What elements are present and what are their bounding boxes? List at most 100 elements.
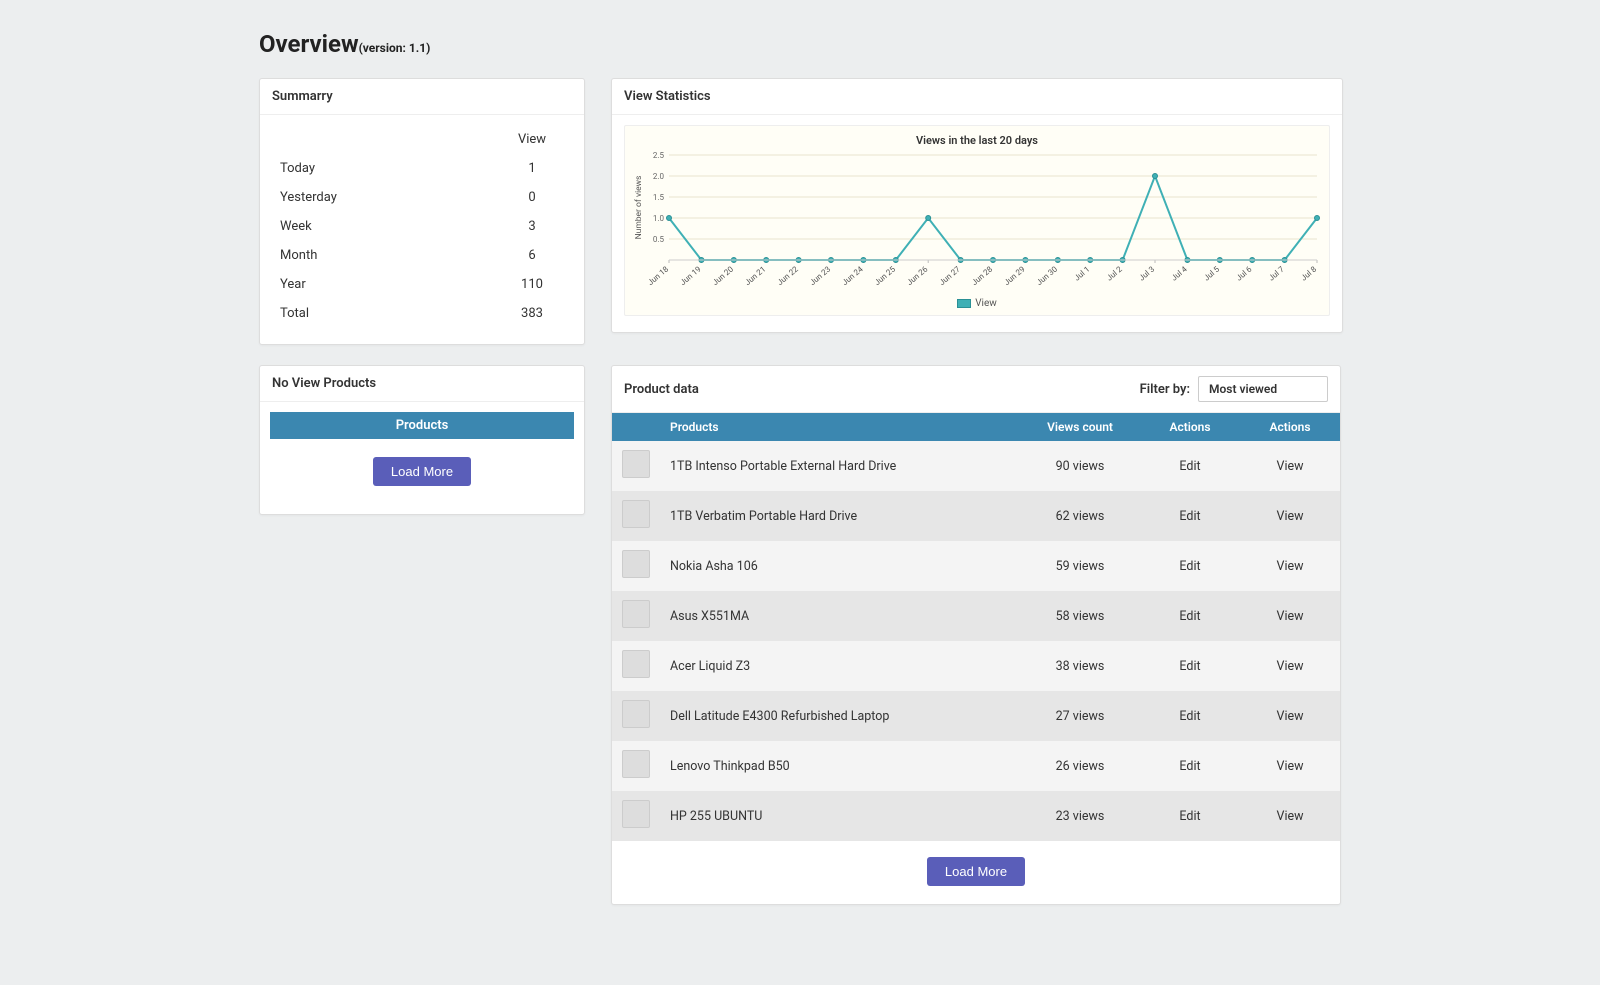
noview-card: No View Products Products Load More <box>259 365 585 515</box>
summary-row-value: 3 <box>492 212 572 241</box>
view-link[interactable]: View <box>1276 459 1303 474</box>
product-thumb-icon <box>622 650 650 678</box>
chart-title: Views in the last 20 days <box>631 134 1323 147</box>
product-name: HP 255 UBUNTU <box>660 791 1020 841</box>
view-stats-card: View Statistics Views in the last 20 day… <box>611 78 1343 333</box>
product-thumb-icon <box>622 450 650 478</box>
svg-text:Jun 19: Jun 19 <box>678 265 702 287</box>
svg-text:2.5: 2.5 <box>653 151 665 160</box>
table-row: Asus X551MA58 viewsEditView <box>612 591 1340 641</box>
table-row: Acer Liquid Z338 views Edit View <box>612 641 1340 691</box>
col-actions-1: Actions <box>1140 413 1240 441</box>
product-views: 38 views <box>1020 641 1140 691</box>
edit-link[interactable]: Edit <box>1179 459 1200 474</box>
summary-row-value: 0 <box>492 183 572 212</box>
summary-row-value: 6 <box>492 241 572 270</box>
summary-table: View Today1Yesterday0Week3Month6Year110T… <box>272 125 572 328</box>
edit-link[interactable]: Edit <box>1179 509 1200 524</box>
product-table: Products Views count Actions Actions 1TB… <box>612 413 1340 841</box>
svg-text:Jun 29: Jun 29 <box>1002 265 1026 287</box>
edit-link[interactable]: Edit <box>1179 759 1200 774</box>
svg-text:Jun 25: Jun 25 <box>873 264 898 287</box>
legend-label: View <box>975 298 997 309</box>
view-stats-title: View Statistics <box>612 79 1342 115</box>
table-row: Dell Latitude E4300 Refurbished Laptop27… <box>612 691 1340 741</box>
filter-label: Filter by: <box>1140 382 1190 397</box>
view-link[interactable]: View <box>1276 809 1303 824</box>
svg-text:1.5: 1.5 <box>653 193 665 202</box>
summary-row: Year110 <box>272 270 572 299</box>
summary-row-value: 1 <box>492 154 572 183</box>
product-thumb-icon <box>622 750 650 778</box>
svg-text:Jul 1: Jul 1 <box>1072 265 1091 283</box>
product-data-card: Product data Filter by: Most viewed <box>611 365 1341 905</box>
svg-text:Jun 20: Jun 20 <box>711 264 736 287</box>
page-header: Overview(version: 1.1) <box>259 30 1341 58</box>
noview-title: No View Products <box>260 366 584 402</box>
summary-row: Today1 <box>272 154 572 183</box>
product-name: Lenovo Thinkpad B50 <box>660 741 1020 791</box>
view-link[interactable]: View <box>1276 509 1303 524</box>
view-link[interactable]: View <box>1276 609 1303 624</box>
edit-link[interactable]: Edit <box>1179 559 1200 574</box>
filter-select[interactable]: Most viewed <box>1198 376 1328 402</box>
product-load-more-button[interactable]: Load More <box>927 857 1025 886</box>
product-name: 1TB Verbatim Portable Hard Drive <box>660 491 1020 541</box>
view-link[interactable]: View <box>1276 709 1303 724</box>
summary-row-label: Year <box>272 270 492 299</box>
summary-row-label: Total <box>272 299 492 328</box>
svg-text:Jul 2: Jul 2 <box>1105 264 1124 282</box>
summary-card-title: Summarry <box>260 79 584 115</box>
summary-row-label: Week <box>272 212 492 241</box>
col-actions-2: Actions <box>1240 413 1340 441</box>
svg-text:Jun 30: Jun 30 <box>1035 264 1060 287</box>
product-name: Nokia Asha 106 <box>660 541 1020 591</box>
summary-row-value: 383 <box>492 299 572 328</box>
noview-col-products: Products <box>270 412 574 439</box>
summary-col-view: View <box>492 125 572 154</box>
summary-row: Week3 <box>272 212 572 241</box>
svg-text:Jul 5: Jul 5 <box>1202 264 1221 282</box>
noview-load-more-button[interactable]: Load More <box>373 457 471 486</box>
product-views: 26 views <box>1020 741 1140 791</box>
view-link[interactable]: View <box>1276 559 1303 574</box>
table-row: Nokia Asha 10659 viewsEditView <box>612 541 1340 591</box>
table-row: Lenovo Thinkpad B5026 views Edit View <box>612 741 1340 791</box>
product-name: Dell Latitude E4300 Refurbished Laptop <box>660 691 1020 741</box>
product-thumb-icon <box>622 700 650 728</box>
summary-row-label: Today <box>272 154 492 183</box>
svg-text:0.5: 0.5 <box>653 235 665 244</box>
svg-text:Jul 4: Jul 4 <box>1170 264 1189 282</box>
summary-row: Yesterday0 <box>272 183 572 212</box>
view-link[interactable]: View <box>1276 659 1303 674</box>
svg-text:Jun 18: Jun 18 <box>646 264 671 287</box>
summary-row-label: Month <box>272 241 492 270</box>
svg-text:Jul 6: Jul 6 <box>1234 264 1253 282</box>
edit-link[interactable]: Edit <box>1179 809 1200 824</box>
product-views: 62 views <box>1020 491 1140 541</box>
edit-link[interactable]: Edit <box>1179 609 1200 624</box>
svg-text:Jul 7: Jul 7 <box>1267 264 1286 282</box>
svg-text:Number of views: Number of views <box>634 176 644 240</box>
product-thumb-icon <box>622 500 650 528</box>
svg-text:Jun 21: Jun 21 <box>743 265 767 287</box>
summary-card: Summarry View Today1Yesterday0Week3Month… <box>259 78 585 345</box>
svg-text:1.0: 1.0 <box>653 214 665 223</box>
chart-svg: 0.51.01.52.02.5Number of viewsJun 18Jun … <box>631 151 1323 296</box>
col-products: Products <box>660 413 1020 441</box>
table-row: 1TB Intenso Portable External Hard Drive… <box>612 441 1340 491</box>
summary-row-label: Yesterday <box>272 183 492 212</box>
svg-text:Jun 22: Jun 22 <box>776 264 801 287</box>
table-row: HP 255 UBUNTU23 viewsEditView <box>612 791 1340 841</box>
product-name: Acer Liquid Z3 <box>660 641 1020 691</box>
product-name: 1TB Intenso Portable External Hard Drive <box>660 441 1020 491</box>
product-thumb-icon <box>622 600 650 628</box>
page-title: Overview <box>259 30 359 58</box>
view-link[interactable]: View <box>1276 759 1303 774</box>
summary-row-value: 110 <box>492 270 572 299</box>
svg-text:Jun 23: Jun 23 <box>808 265 832 287</box>
svg-text:Jul 3: Jul 3 <box>1137 265 1156 283</box>
product-views: 58 views <box>1020 591 1140 641</box>
edit-link[interactable]: Edit <box>1179 709 1200 724</box>
edit-link[interactable]: Edit <box>1179 659 1200 674</box>
